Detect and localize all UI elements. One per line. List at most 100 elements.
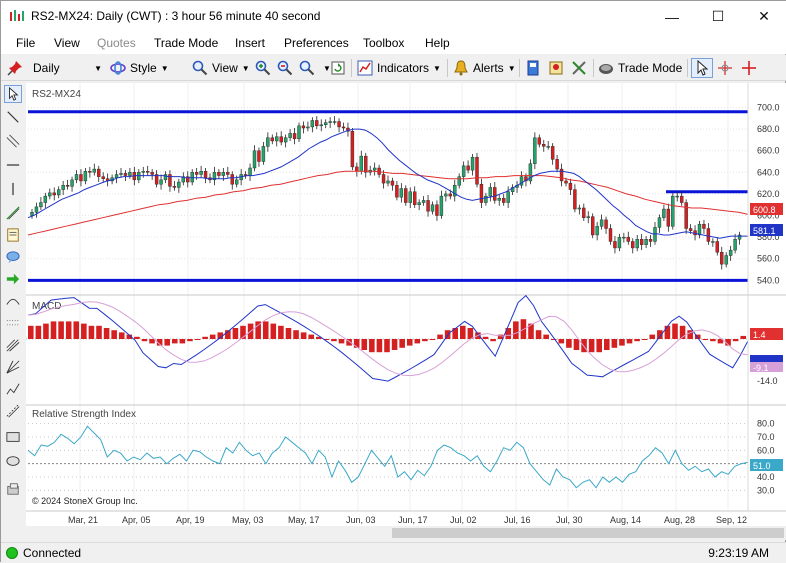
candle-body — [52, 192, 56, 196]
candle-body — [252, 150, 257, 169]
eraser-icon — [7, 483, 19, 495]
candle-body — [194, 172, 199, 175]
candle-body — [488, 187, 493, 197]
horizontal-line-tool[interactable] — [4, 156, 22, 174]
macd-bar — [81, 323, 87, 339]
candle-body — [493, 187, 497, 201]
candle-body — [666, 208, 671, 227]
maximize-button[interactable]: ☐ — [695, 1, 741, 32]
alerts-button[interactable]: Alerts ▼ — [453, 58, 516, 78]
grid-tool[interactable] — [4, 314, 22, 332]
candle-body — [359, 155, 363, 172]
trade-mode-button[interactable]: Trade Mode — [598, 58, 682, 78]
rsi-label: Relative Strength Index — [32, 409, 136, 420]
candle-body — [648, 239, 653, 242]
macd-bar — [118, 332, 125, 339]
menu-trade-mode[interactable]: Trade Mode — [154, 36, 218, 50]
candle-body — [479, 183, 484, 203]
candle-body — [306, 126, 310, 129]
style-swirl-icon — [110, 61, 126, 75]
date-tick-label: Mar, 21 — [68, 515, 98, 525]
minimize-button[interactable]: — — [649, 1, 695, 32]
chart-canvas[interactable]: RS2-MX24 700.0680.0660.0640.0620.0600.05… — [26, 83, 786, 527]
view-button[interactable]: View ▼ — [192, 58, 250, 78]
gann-fan-icon — [6, 360, 20, 374]
crosshair-tool-button[interactable] — [717, 58, 737, 78]
candle-body — [599, 219, 604, 227]
rectangle-tool[interactable] — [4, 428, 22, 446]
delete-drawings-tool[interactable] — [4, 480, 22, 498]
horizontal-lines[interactable] — [28, 110, 748, 282]
crosshair-large-button[interactable] — [741, 58, 761, 78]
order-ticket-icon — [527, 60, 539, 76]
order-ticket-button[interactable] — [525, 58, 545, 78]
macd-bar — [596, 339, 602, 353]
macd-bar — [406, 339, 413, 346]
date-tick-label: Jul, 02 — [450, 515, 477, 525]
tools-button[interactable] — [571, 58, 591, 78]
note-tool[interactable] — [4, 226, 22, 244]
menu-help[interactable]: Help — [425, 36, 450, 50]
candle-body — [639, 239, 644, 245]
date-tick-label: Aug, 14 — [610, 515, 641, 525]
menu-insert[interactable]: Insert — [235, 36, 265, 50]
rsi-tick-label: 80.0 — [757, 419, 775, 429]
candle-body — [279, 136, 283, 143]
pointer-tool-button[interactable] — [691, 58, 713, 78]
candle-body — [114, 174, 119, 178]
vertical-line-tool[interactable] — [4, 180, 22, 198]
refresh-button[interactable] — [330, 58, 350, 78]
macd-bar — [422, 339, 428, 342]
interval-dropdown[interactable]: Daily ▼ — [28, 58, 104, 78]
status-time: 9:23:19 AM — [708, 546, 769, 560]
toolbar-separator — [519, 59, 520, 77]
arrow-tool[interactable] — [4, 270, 22, 288]
account-button[interactable] — [548, 58, 568, 78]
candle-body — [604, 219, 608, 229]
pitchfork-tool[interactable] — [4, 336, 22, 354]
cycle-tool[interactable] — [4, 380, 22, 398]
candle-body — [413, 191, 417, 205]
menu-preferences[interactable]: Preferences — [284, 36, 349, 50]
minimize-icon: — — [665, 8, 679, 25]
price-axis: 700.0680.0660.0640.0620.0600.0580.0560.0… — [757, 102, 780, 285]
fibonacci-tool[interactable] — [4, 204, 22, 222]
parallel-lines-tool[interactable] — [4, 132, 22, 150]
trendline-tool[interactable] — [4, 108, 22, 126]
scrollbar-thumb[interactable] — [392, 528, 784, 538]
gann-tool[interactable] — [4, 358, 22, 376]
macd-bar — [28, 325, 34, 339]
zoom-in-button[interactable] — [255, 58, 275, 78]
chart-area[interactable]: RS2-MX24 700.0 680.0 660.0 640.0 620.0 600.0 5… — [26, 83, 786, 527]
indicators-button[interactable]: Indicators ▼ — [357, 58, 441, 78]
candle-body — [715, 241, 719, 253]
candle-body — [319, 124, 323, 127]
zoom-out-button[interactable] — [277, 58, 297, 78]
macd-bar — [467, 328, 474, 339]
close-button[interactable]: ✕ — [741, 1, 786, 32]
candle-body — [653, 227, 657, 242]
callout-tool[interactable] — [4, 248, 22, 266]
menu-quotes[interactable]: Quotes — [97, 36, 136, 50]
chevron-down-icon: ▼ — [433, 63, 441, 73]
style-button[interactable]: Style ▼ — [110, 58, 169, 78]
macd-bar — [490, 339, 496, 342]
candle-body — [675, 195, 679, 198]
menu-view[interactable]: View — [54, 36, 80, 50]
pin-button[interactable] — [7, 58, 27, 78]
candle-body — [617, 236, 622, 249]
candle-body — [283, 137, 288, 143]
candle-body — [163, 174, 168, 181]
refresh-icon — [331, 61, 345, 75]
regression-tool[interactable] — [4, 402, 22, 420]
arc-tool[interactable] — [4, 292, 22, 310]
menu-toolbox[interactable]: Toolbox — [363, 36, 404, 50]
toolbar-separator — [447, 59, 448, 77]
select-tool[interactable] — [4, 85, 22, 103]
zoom-menu-button[interactable]: ▼ — [299, 58, 331, 78]
macd-histogram — [28, 319, 746, 353]
horizontal-scrollbar[interactable] — [26, 526, 786, 540]
candle-body — [328, 121, 332, 123]
ellipse-tool[interactable] — [4, 452, 22, 470]
menu-file[interactable]: File — [16, 36, 35, 50]
